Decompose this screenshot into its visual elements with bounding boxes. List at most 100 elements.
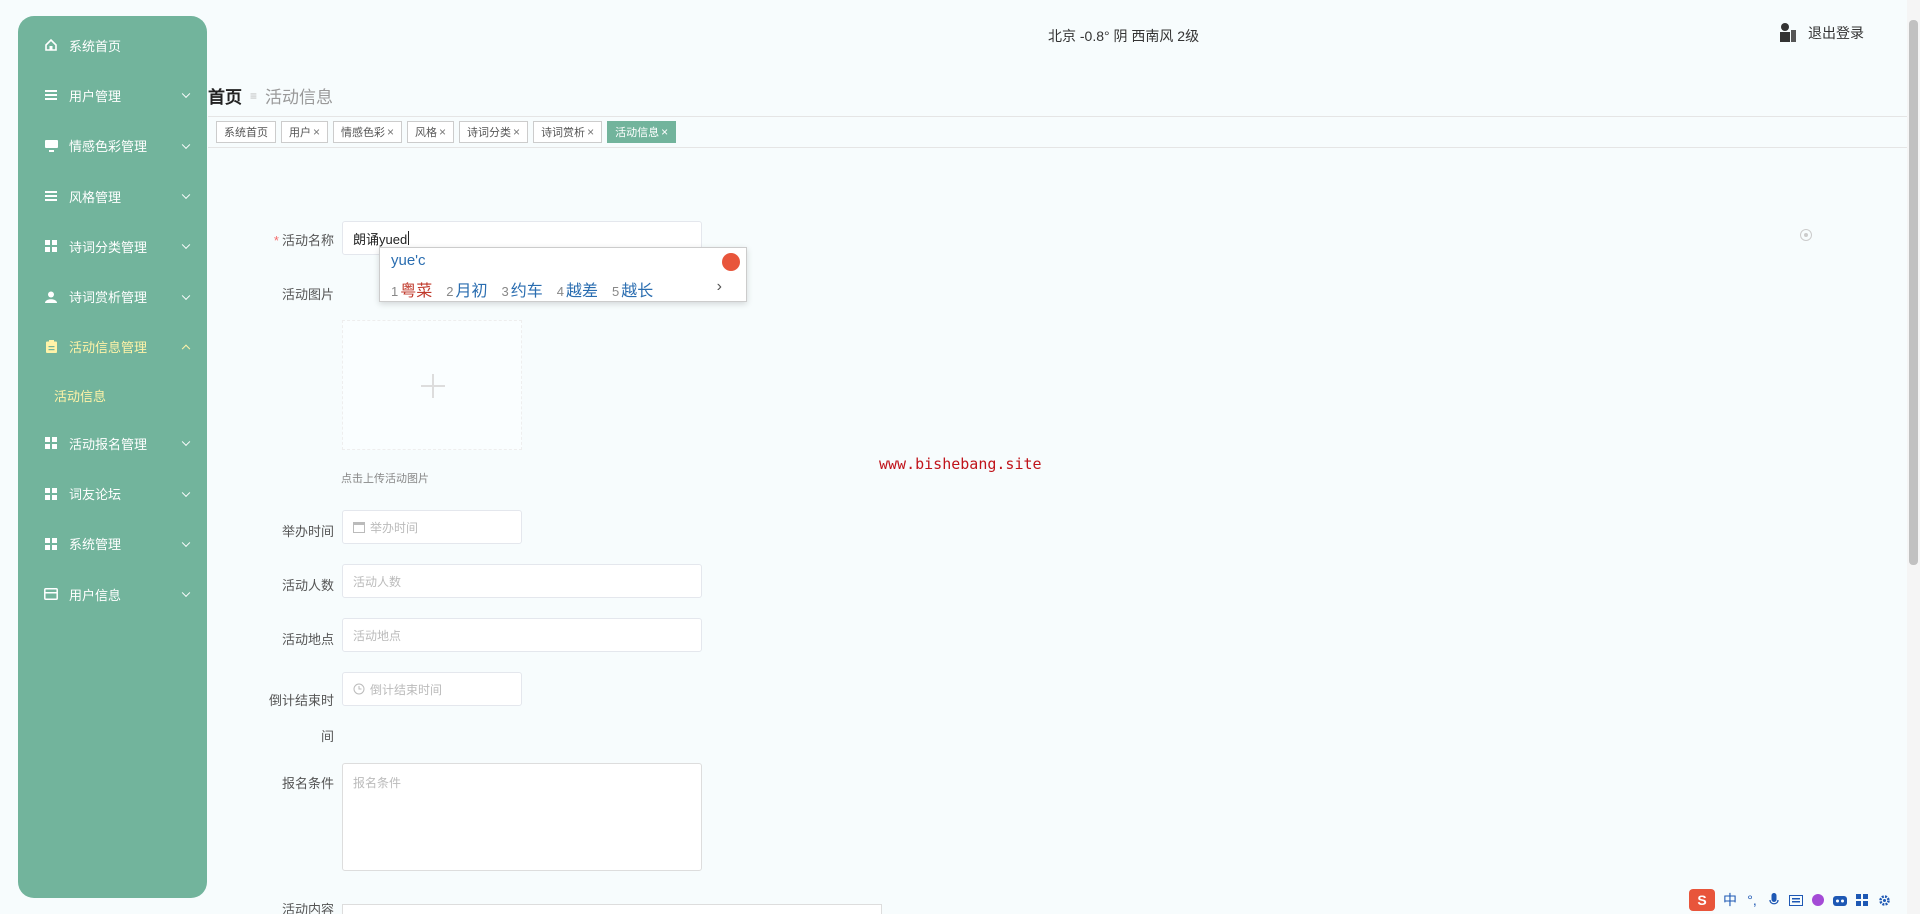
scrollbar-thumb[interactable]	[1909, 20, 1918, 565]
user-icon	[44, 290, 58, 304]
activity-content-editor[interactable]	[342, 904, 882, 914]
tag-label: 诗词赏析	[541, 127, 586, 139]
page-scrollbar[interactable]	[1907, 0, 1920, 914]
label-line: 倒计结束时	[268, 693, 334, 708]
toolbox-icon[interactable]	[1853, 891, 1871, 909]
menu-item-emotion-management[interactable]: 情感色彩管理	[18, 121, 207, 171]
home-icon	[44, 38, 58, 52]
menu-item-user-info[interactable]: 用户信息	[18, 569, 207, 619]
menu-label: 活动报名管理	[69, 436, 148, 452]
activity-name-label: * 活动名称	[254, 230, 334, 249]
ime-next-page-icon[interactable]: ›	[717, 278, 722, 296]
tag-home[interactable]: 系统首页	[216, 121, 276, 143]
ime-candidate[interactable]: 2 月初	[446, 277, 487, 301]
ime-candidate[interactable]: 3 约车	[502, 277, 543, 301]
countdown-label: 倒计结束时 间	[254, 683, 334, 755]
close-icon[interactable]: ×	[513, 125, 520, 139]
placeholder-text: 活动地点	[353, 628, 402, 643]
close-icon[interactable]: ×	[587, 125, 594, 139]
chevron-down-icon	[181, 89, 191, 99]
signup-conditions-textarea[interactable]: 报名条件	[342, 763, 702, 871]
tag-poem-analysis[interactable]: 诗词赏析 ×	[533, 121, 603, 143]
menu-item-poem-analysis-management[interactable]: 诗词赏析管理	[18, 271, 207, 321]
hold-time-picker[interactable]: 举办时间	[342, 510, 522, 544]
ime-skin-icon[interactable]	[722, 253, 740, 271]
card-icon	[44, 587, 58, 601]
close-icon[interactable]: ×	[661, 125, 668, 139]
candidate-number: 3	[501, 284, 509, 299]
logout-label: 退出登录	[1808, 25, 1864, 41]
ime-mode-indicator[interactable]: 中	[1721, 891, 1739, 909]
required-mark: *	[273, 233, 279, 248]
hold-time-label: 举办时间	[281, 524, 334, 539]
list-icon	[44, 189, 58, 203]
menu-label: 用户管理	[69, 88, 122, 104]
participants-label: 活动人数	[281, 578, 334, 593]
clipboard-icon	[44, 340, 58, 354]
menu-item-poem-category-management[interactable]: 诗词分类管理	[18, 221, 207, 271]
robot-icon[interactable]	[1831, 891, 1849, 909]
menu-item-activity-management[interactable]: 活动信息管理	[18, 322, 207, 372]
close-icon[interactable]: ×	[439, 125, 446, 139]
ime-candidate[interactable]: 1 粤菜	[391, 277, 432, 301]
candidate-text: 月初	[455, 283, 488, 300]
menu-label: 风格管理	[69, 189, 122, 205]
sogou-logo-icon[interactable]: S	[1689, 889, 1715, 911]
tag-poem-category[interactable]: 诗词分类 ×	[459, 121, 529, 143]
monitor-icon	[44, 139, 58, 153]
tag-label: 风格	[415, 127, 438, 139]
breadcrumb-home[interactable]: 首页	[208, 83, 242, 108]
participants-input[interactable]: 活动人数	[342, 564, 702, 598]
menu-item-user-management[interactable]: 用户管理	[18, 70, 207, 120]
close-icon[interactable]: ×	[387, 125, 394, 139]
ime-candidate[interactable]: 4 越差	[557, 277, 598, 301]
settings-dot-icon[interactable]	[1800, 229, 1812, 241]
candidate-text: 约车	[510, 283, 543, 300]
ime-candidate[interactable]: 5 越长	[612, 277, 653, 301]
submenu-item-activity-info[interactable]: 活动信息	[18, 372, 207, 418]
countdown-end-time-picker[interactable]: 倒计结束时间	[342, 672, 522, 706]
grid-icon	[44, 487, 58, 501]
gear-icon[interactable]	[1875, 891, 1893, 909]
skin-icon[interactable]	[1809, 891, 1827, 909]
list-icon	[44, 88, 58, 102]
activity-content-label: 活动内容	[281, 902, 334, 914]
chevron-up-icon	[181, 344, 191, 353]
location-input[interactable]: 活动地点	[342, 618, 702, 652]
placeholder-text: 活动人数	[353, 574, 402, 589]
menu-label: 情感色彩管理	[69, 139, 148, 155]
menu-item-forum[interactable]: 词友论坛	[18, 468, 207, 518]
menu-item-signup-management[interactable]: 活动报名管理	[18, 418, 207, 468]
tag-user[interactable]: 用户 ×	[281, 121, 329, 143]
candidate-text: 粤菜	[400, 283, 433, 300]
sidebar: 系统首页 用户管理 情感色彩管理 风格管理 诗词分类管理 诗词赏析管理 活动信息…	[18, 16, 207, 898]
candidate-text: 越长	[621, 283, 654, 300]
logout-button[interactable]: 退出登录	[1778, 22, 1864, 44]
chevron-down-icon	[181, 437, 191, 447]
location-label: 活动地点	[281, 632, 334, 647]
candidate-number: 1	[391, 284, 399, 299]
candidate-number: 4	[556, 284, 564, 299]
menu-item-home[interactable]: 系统首页	[18, 20, 207, 70]
plus-icon	[421, 374, 445, 398]
menu-label: 诗词赏析管理	[69, 290, 148, 306]
close-icon[interactable]: ×	[313, 125, 320, 139]
menu-item-system-management[interactable]: 系统管理	[18, 519, 207, 569]
keyboard-icon[interactable]	[1787, 891, 1805, 909]
tag-activity-info[interactable]: 活动信息 ×	[607, 121, 677, 143]
tag-label: 系统首页	[224, 127, 268, 139]
image-upload-area[interactable]	[342, 320, 522, 450]
avatar-icon	[1778, 22, 1798, 44]
chevron-down-icon	[181, 240, 191, 250]
tag-style[interactable]: 风格 ×	[407, 121, 455, 143]
tag-emotion[interactable]: 情感色彩 ×	[333, 121, 403, 143]
tags-bar: 系统首页 用户 × 情感色彩 × 风格 × 诗词分类 × 诗词赏析 × 活动信息 ×	[208, 116, 1920, 148]
text-caret	[408, 231, 410, 245]
breadcrumb-current: 活动信息	[265, 88, 334, 107]
punctuation-icon[interactable]: °,	[1743, 891, 1761, 909]
microphone-icon[interactable]	[1765, 891, 1783, 909]
menu-item-style-management[interactable]: 风格管理	[18, 171, 207, 221]
tag-label: 活动信息	[615, 127, 660, 139]
grid-icon	[44, 436, 58, 450]
chevron-down-icon	[181, 190, 191, 200]
